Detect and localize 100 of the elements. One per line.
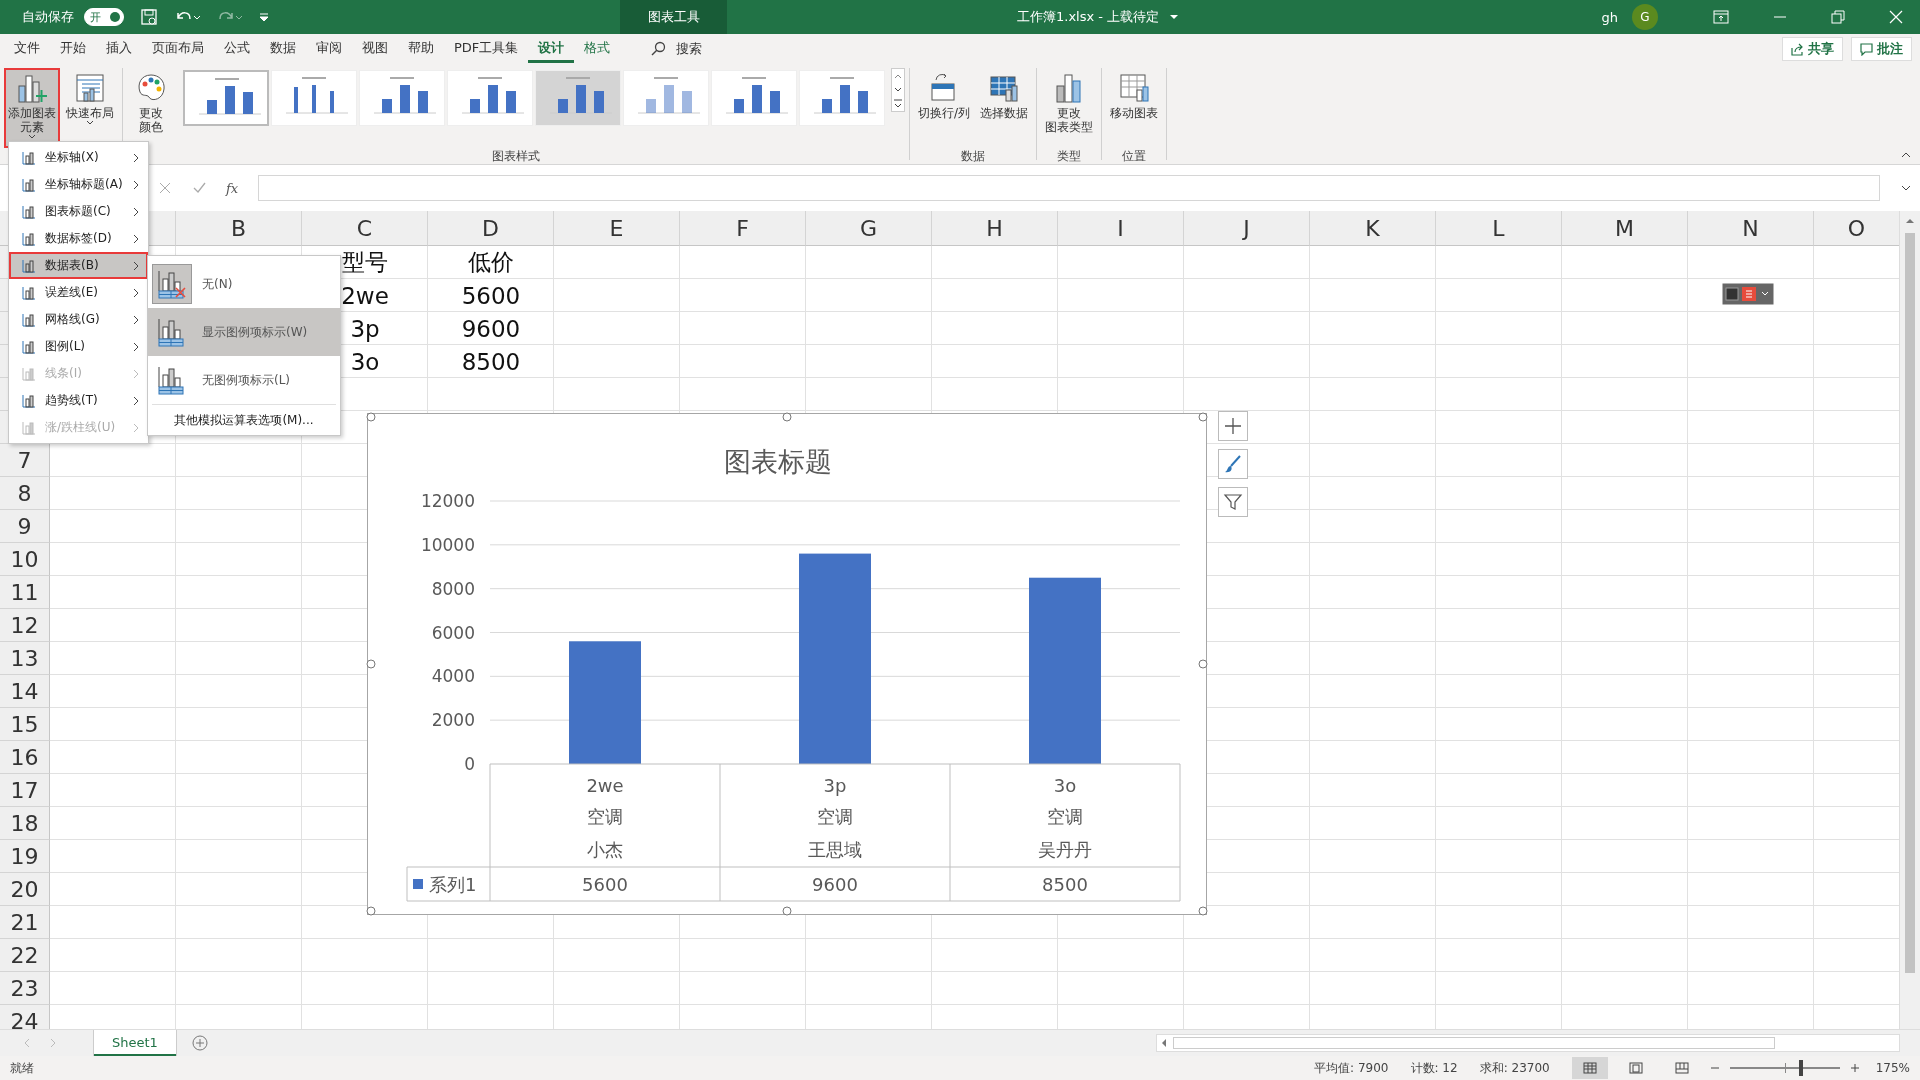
menu-item[interactable]: 显示图例项标示(W) xyxy=(148,308,340,356)
restore-icon[interactable] xyxy=(1831,10,1845,24)
ribbon-tab[interactable]: 开始 xyxy=(50,35,96,63)
menu-item[interactable]: 网格线(G) xyxy=(9,306,148,333)
document-title[interactable]: 工作簿1.xlsx - 上载待定 xyxy=(1017,8,1160,26)
menu-item[interactable]: 数据表(B) xyxy=(9,252,148,279)
row-header[interactable]: 10 xyxy=(0,543,50,576)
zoom-in-icon[interactable] xyxy=(1849,1063,1860,1073)
row-header[interactable]: 8 xyxy=(0,477,50,510)
resize-handle[interactable] xyxy=(1198,659,1208,669)
ribbon-button[interactable]: 更改 图表类型 xyxy=(1041,68,1098,148)
ribbon-tab[interactable]: 插入 xyxy=(96,35,142,63)
chart-title[interactable]: 图表标题 xyxy=(724,446,832,477)
add-chart-element-button[interactable]: 添加图表 元素 xyxy=(4,68,60,148)
formula-input[interactable] xyxy=(258,175,1880,201)
resize-handle[interactable] xyxy=(782,906,792,916)
menu-item[interactable]: 其他模拟运算表选项(M)... xyxy=(152,404,336,435)
row-header[interactable]: 15 xyxy=(0,708,50,741)
menu-item[interactable]: 图表标题(C) xyxy=(9,198,148,225)
ribbon-button[interactable]: 移动图表 xyxy=(1106,68,1163,148)
ribbon-tab[interactable]: 页面布局 xyxy=(142,35,214,63)
zoom-level[interactable]: 175% xyxy=(1875,1061,1910,1075)
column-header[interactable]: I xyxy=(1058,211,1184,246)
search-icon[interactable] xyxy=(650,41,667,57)
chart-elements-button[interactable] xyxy=(1218,411,1248,441)
row-header[interactable]: 9 xyxy=(0,510,50,543)
row-header[interactable]: 24 xyxy=(0,1005,50,1029)
ribbon-tab[interactable]: 视图 xyxy=(352,35,398,63)
customize-icon[interactable] xyxy=(258,11,270,23)
column-header[interactable]: E xyxy=(554,211,680,246)
ribbon-tab[interactable]: 数据 xyxy=(260,35,306,63)
ribbon-button[interactable]: 选择数据 xyxy=(976,68,1033,148)
scroll-thumb[interactable] xyxy=(1173,1037,1775,1049)
menu-item[interactable]: 无图例项标示(L) xyxy=(148,356,340,404)
row-header[interactable]: 7 xyxy=(0,444,50,477)
column-header[interactable]: C xyxy=(302,211,428,246)
row-header[interactable]: 16 xyxy=(0,741,50,774)
resize-handle[interactable] xyxy=(782,412,792,422)
row-header[interactable]: 23 xyxy=(0,972,50,1005)
comments-button[interactable]: 批注 xyxy=(1851,37,1912,61)
row-header[interactable]: 13 xyxy=(0,642,50,675)
chart-styles-button[interactable] xyxy=(1218,449,1248,479)
column-header[interactable]: H xyxy=(932,211,1058,246)
menu-item[interactable]: 图例(L) xyxy=(9,333,148,360)
ribbon-display-icon[interactable] xyxy=(1713,10,1729,24)
expand-icon[interactable] xyxy=(1900,183,1912,193)
collapse-ribbon-icon[interactable] xyxy=(1900,150,1912,160)
column-header[interactable]: M xyxy=(1562,211,1688,246)
row-header[interactable]: 11 xyxy=(0,576,50,609)
row-header[interactable]: 19 xyxy=(0,840,50,873)
share-button[interactable]: 共享 xyxy=(1782,37,1843,61)
column-header[interactable]: J xyxy=(1184,211,1310,246)
row-header[interactable]: 20 xyxy=(0,873,50,906)
normal-view-button[interactable] xyxy=(1571,1057,1608,1079)
row-header[interactable]: 22 xyxy=(0,939,50,972)
menu-item[interactable]: 误差线(E) xyxy=(9,279,148,306)
zoom-slider-thumb[interactable] xyxy=(1799,1060,1804,1076)
ribbon-button[interactable]: 切换行/列 xyxy=(914,68,975,148)
search-label[interactable]: 搜索 xyxy=(676,40,703,58)
resize-handle[interactable] xyxy=(1198,906,1208,916)
row-header[interactable]: 17 xyxy=(0,774,50,807)
column-header[interactable]: L xyxy=(1436,211,1562,246)
resize-handle[interactable] xyxy=(1198,412,1208,422)
scroll-thumb[interactable] xyxy=(1905,233,1915,973)
row-header[interactable]: 18 xyxy=(0,807,50,840)
resize-handle[interactable] xyxy=(366,412,376,422)
ribbon-tab[interactable]: 格式 xyxy=(574,35,621,63)
floating-toolbar-icon[interactable] xyxy=(1722,283,1774,305)
menu-item[interactable]: 坐标轴标题(A) xyxy=(9,171,148,198)
menu-item[interactable]: 数据标签(D) xyxy=(9,225,148,252)
row-header[interactable]: 12 xyxy=(0,609,50,642)
menu-item[interactable]: 无(N) xyxy=(148,260,340,308)
user-avatar[interactable]: G xyxy=(1632,4,1658,30)
column-header[interactable]: B xyxy=(176,211,302,246)
resize-handle[interactable] xyxy=(366,659,376,669)
chart-filters-button[interactable] xyxy=(1218,487,1248,517)
chart-style-thumbnail[interactable] xyxy=(183,70,269,126)
sheet-tab[interactable]: Sheet1 xyxy=(94,1030,176,1056)
column-header[interactable]: O xyxy=(1814,211,1900,246)
column-header[interactable]: K xyxy=(1310,211,1436,246)
ribbon-tab[interactable]: 文件 xyxy=(4,35,50,63)
row-header[interactable]: 14 xyxy=(0,675,50,708)
save-icon[interactable] xyxy=(140,8,158,26)
close-icon[interactable] xyxy=(1889,10,1903,24)
column-header[interactable]: D xyxy=(428,211,554,246)
ribbon-tab[interactable]: 审阅 xyxy=(306,35,352,63)
autosave-toggle[interactable]: 开 xyxy=(84,8,124,26)
ribbon-tab[interactable]: PDF工具集 xyxy=(444,35,529,63)
ribbon-tab[interactable]: 帮助 xyxy=(398,35,444,63)
cancel-icon[interactable] xyxy=(158,181,172,195)
add-sheet-icon[interactable] xyxy=(191,1035,208,1051)
column-header[interactable]: F xyxy=(680,211,806,246)
insert-function-label[interactable]: fx xyxy=(226,180,239,196)
menu-item[interactable]: 趋势线(T) xyxy=(9,387,148,414)
enter-icon[interactable] xyxy=(192,181,206,195)
column-header[interactable]: G xyxy=(806,211,932,246)
ribbon-tab[interactable]: 公式 xyxy=(214,35,260,63)
chart-area[interactable]: 图表标题 0 2000 4000 6000 8000 10000 12000 2we 3p 3o 空调 空调 空调 小杰 王思域 吴丹丹 系列1 5600 9600 8500 xyxy=(367,413,1207,915)
column-header[interactable]: N xyxy=(1688,211,1814,246)
caret-icon[interactable] xyxy=(1169,12,1180,22)
